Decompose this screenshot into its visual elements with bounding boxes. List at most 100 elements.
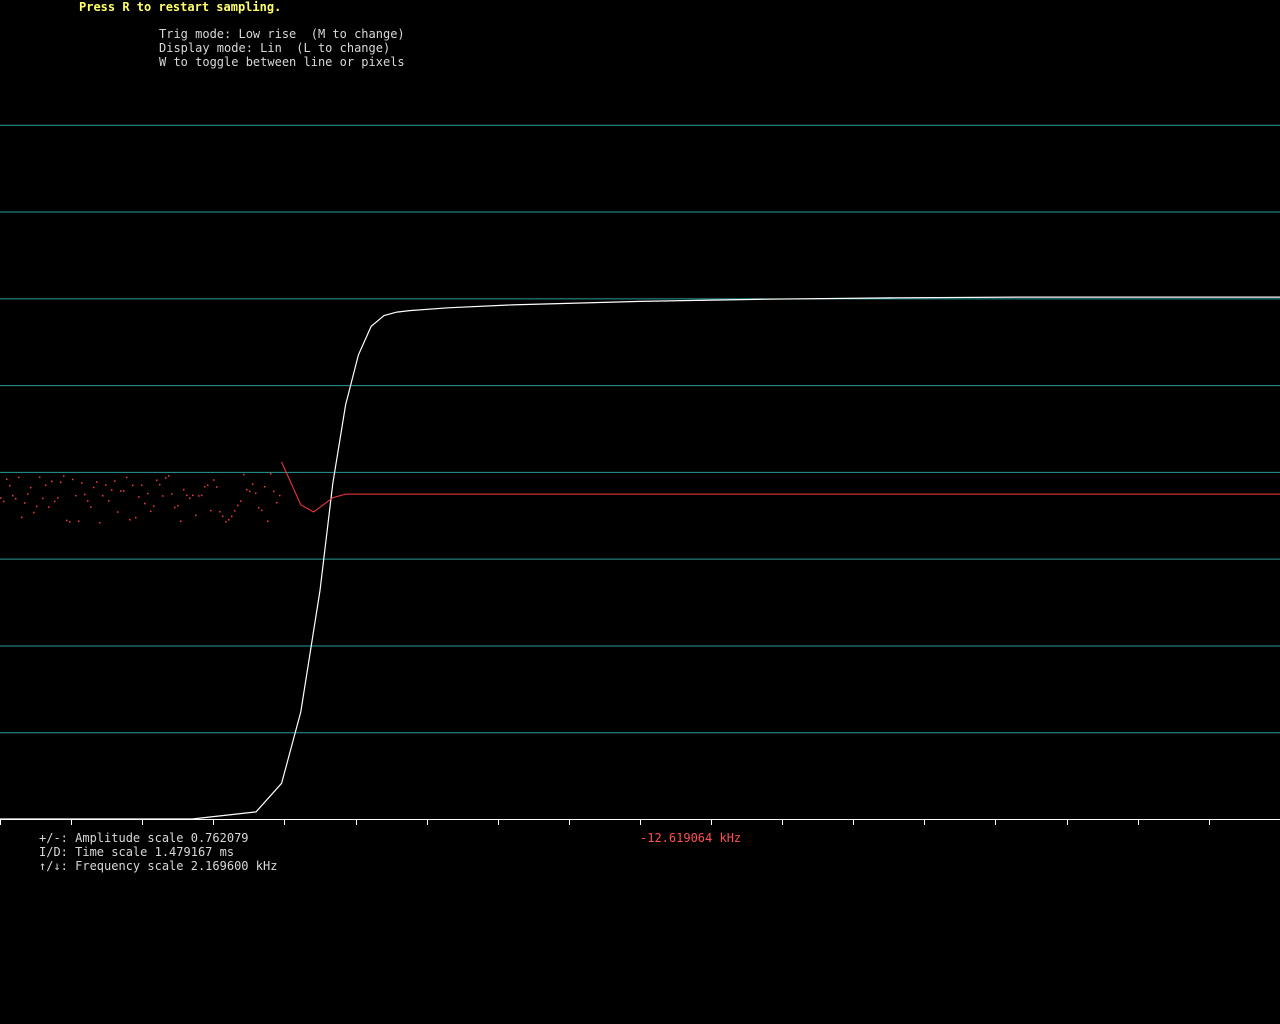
noise-dot (255, 492, 257, 494)
noise-dot (42, 497, 44, 500)
noise-dot (60, 481, 62, 483)
frequency-readout: -12.619064 kHz (640, 831, 742, 845)
noise-dot (159, 483, 161, 486)
noise-dot (138, 496, 140, 498)
noise-dot (174, 506, 176, 509)
noise-dot (264, 486, 266, 488)
noise-dot (276, 502, 278, 504)
amplitude-scale-line: +/-: Amplitude scale 0.762079 (39, 831, 249, 845)
noise-dot (108, 500, 110, 502)
noise-dot (51, 480, 53, 483)
noise-dot (9, 484, 11, 487)
noise-dot (270, 473, 272, 475)
noise-dot (117, 511, 119, 513)
noise-dot (93, 486, 95, 489)
noise-dot (18, 476, 20, 479)
noise-dot (246, 488, 248, 491)
noise-dot (168, 475, 170, 477)
noise-dot (186, 494, 188, 497)
noise-dot (204, 485, 206, 488)
noise-dot (69, 521, 71, 523)
noise-dot (114, 480, 116, 482)
noise-dot (225, 521, 227, 523)
noise-dot (36, 505, 38, 508)
noise-dot (111, 489, 113, 491)
noise-dot (24, 502, 26, 504)
noise-dot (231, 515, 233, 518)
noise-dot (120, 490, 122, 492)
noise-dot (171, 493, 173, 495)
noise-dot (147, 492, 149, 495)
noise-dot (162, 495, 164, 497)
noise-dot (75, 494, 77, 497)
frequency-scale-line: ↑/↓: Frequency scale 2.169600 kHz (39, 859, 278, 873)
noise-dot (48, 506, 50, 508)
noise-dot (252, 483, 254, 485)
scale-info: +/-: Amplitude scale 0.762079 I/D: Time … (39, 831, 277, 873)
time-scale-line: I/D: Time scale 1.479167 ms (39, 845, 235, 859)
noise-dot (135, 516, 137, 519)
noise-dot (222, 515, 224, 518)
noise-dot (102, 495, 104, 497)
noise-dot (189, 497, 191, 499)
noise-dot (54, 500, 56, 503)
noise-dot (15, 498, 17, 500)
noise-dot (72, 478, 74, 481)
noise-dot (156, 479, 158, 481)
noise-dot (12, 494, 14, 497)
noise-dot (57, 497, 59, 499)
noise-dot (243, 473, 245, 476)
noise-dot (129, 519, 131, 521)
noise-dot (201, 494, 203, 497)
noise-dot (198, 495, 200, 497)
noise-dot (180, 520, 182, 522)
noise-dot (63, 475, 65, 477)
noise-dot (165, 477, 167, 479)
noise-dot (141, 484, 143, 486)
noise-dot (0, 497, 2, 499)
noise-dot (210, 509, 212, 512)
noise-dot (105, 484, 107, 486)
noise-dot (132, 484, 134, 487)
noise-dot (84, 493, 86, 496)
noise-dot (45, 484, 47, 486)
noise-dot (90, 506, 92, 508)
noise-dot (273, 490, 275, 493)
noise-dot (81, 482, 83, 484)
frequency-trace (281, 461, 1280, 513)
noise-dot (213, 479, 215, 481)
noise-dot (123, 490, 125, 492)
noise-dot (6, 478, 8, 480)
noise-dot (27, 493, 29, 495)
scope-screen: Press R to restart sampling. Trig mode: … (0, 0, 1280, 1024)
noise-dot (87, 500, 89, 502)
noise-dot (192, 494, 194, 497)
noise-dot (249, 490, 251, 493)
noise-dot (207, 484, 209, 486)
noise-dot (216, 486, 218, 488)
noise-dot (195, 514, 197, 517)
noise-dot (39, 476, 41, 478)
noise-dot (78, 520, 80, 522)
noise-dot (96, 481, 98, 483)
noise-dot (228, 519, 230, 521)
noise-dot (21, 516, 23, 519)
noise-dot (66, 519, 68, 522)
noise-dot (153, 505, 155, 507)
noise-dot (261, 509, 263, 512)
noise-dot (183, 488, 185, 491)
noise-dot (30, 486, 32, 489)
noise-dot (237, 504, 239, 507)
noise-dot (240, 500, 242, 502)
noise-dot (3, 500, 5, 503)
noise-dot (144, 502, 146, 505)
noise-dot (33, 511, 35, 514)
noise-dot (177, 505, 179, 507)
noise-dot (267, 520, 269, 522)
noise-dot (234, 510, 236, 512)
noise-dot (99, 522, 101, 524)
noise-dot (258, 507, 260, 509)
noise-dot (150, 510, 152, 513)
noise-dot (219, 511, 221, 513)
time-trace (0, 296, 1280, 820)
